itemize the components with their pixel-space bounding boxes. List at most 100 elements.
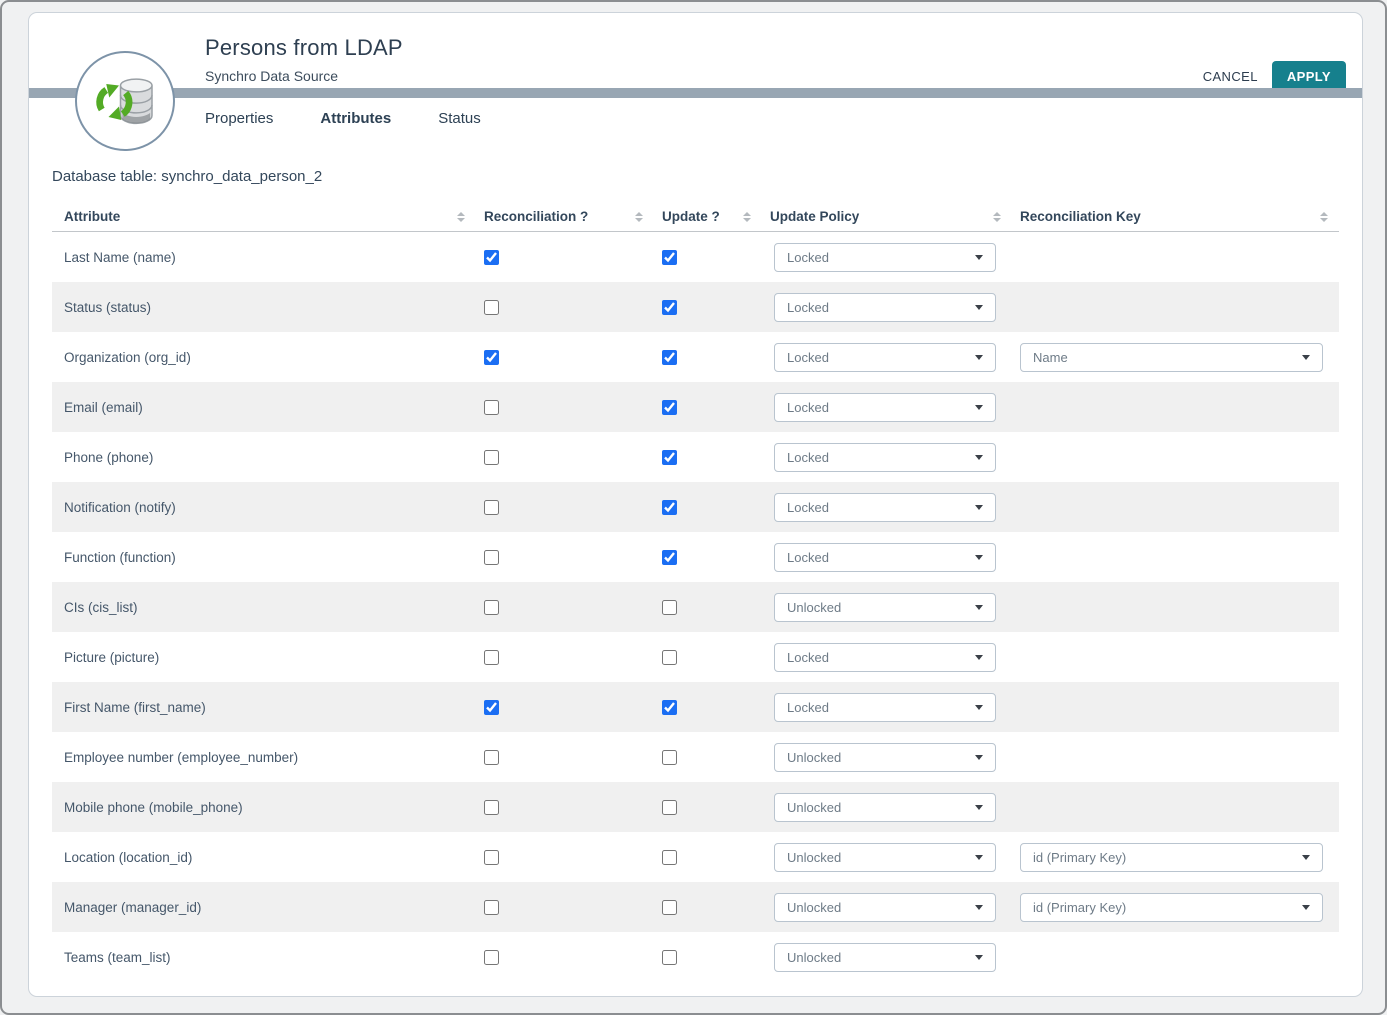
sort-arrows-icon[interactable] [993, 212, 1001, 222]
update-checkbox[interactable] [662, 800, 677, 815]
update-checkbox[interactable] [662, 300, 677, 315]
caret-down-icon [1302, 855, 1310, 860]
update-policy-select[interactable]: Locked [774, 243, 996, 272]
update-cell [652, 700, 760, 715]
reconciliation-checkbox[interactable] [484, 550, 499, 565]
reconciliation-cell [474, 400, 652, 415]
caret-down-icon [975, 455, 983, 460]
attribute-label: Location (location_id) [64, 850, 192, 865]
column-header: Attribute [52, 202, 474, 231]
update-policy-value: Unlocked [787, 750, 841, 765]
reconciliation-checkbox[interactable] [484, 650, 499, 665]
update-checkbox[interactable] [662, 400, 677, 415]
update-policy-select[interactable]: Locked [774, 393, 996, 422]
tab-attributes[interactable]: Attributes [320, 110, 391, 127]
update-policy-select[interactable]: Unlocked [774, 843, 996, 872]
column-header: Update Policy [760, 202, 1010, 231]
attribute-label: Status (status) [64, 300, 151, 315]
reconciliation-cell [474, 600, 652, 615]
update-policy-select[interactable]: Locked [774, 543, 996, 572]
reconciliation-checkbox[interactable] [484, 600, 499, 615]
update-checkbox[interactable] [662, 750, 677, 765]
reconciliation-checkbox[interactable] [484, 700, 499, 715]
update-policy-select[interactable]: Locked [774, 493, 996, 522]
attribute-cell: CIs (cis_list) [52, 600, 474, 615]
update-cell [652, 850, 760, 865]
update-checkbox[interactable] [662, 650, 677, 665]
update-cell [652, 550, 760, 565]
sort-arrows-icon[interactable] [743, 212, 751, 222]
update-policy-cell: Unlocked [760, 943, 1010, 972]
update-policy-select[interactable]: Locked [774, 443, 996, 472]
reconciliation-checkbox[interactable] [484, 350, 499, 365]
table-row: CIs (cis_list) Unlocked [52, 582, 1339, 632]
reconciliation-checkbox[interactable] [484, 900, 499, 915]
update-policy-cell: Unlocked [760, 893, 1010, 922]
update-policy-select[interactable]: Unlocked [774, 593, 996, 622]
update-checkbox[interactable] [662, 250, 677, 265]
update-policy-value: Unlocked [787, 600, 841, 615]
table-row: Employee number (employee_number) Unlock… [52, 732, 1339, 782]
update-checkbox[interactable] [662, 500, 677, 515]
update-policy-cell: Locked [760, 293, 1010, 322]
update-policy-select[interactable]: Unlocked [774, 893, 996, 922]
attribute-cell: Location (location_id) [52, 850, 474, 865]
update-cell [652, 350, 760, 365]
update-policy-select[interactable]: Locked [774, 693, 996, 722]
update-policy-select[interactable]: Locked [774, 343, 996, 372]
update-cell [652, 500, 760, 515]
update-checkbox[interactable] [662, 950, 677, 965]
update-policy-cell: Locked [760, 443, 1010, 472]
update-checkbox[interactable] [662, 850, 677, 865]
reconciliation-cell [474, 900, 652, 915]
reconciliation-checkbox[interactable] [484, 850, 499, 865]
reconciliation-checkbox[interactable] [484, 450, 499, 465]
update-policy-value: Locked [787, 350, 829, 365]
update-checkbox[interactable] [662, 450, 677, 465]
update-checkbox[interactable] [662, 600, 677, 615]
reconciliation-cell [474, 350, 652, 365]
cancel-button[interactable]: CANCEL [1203, 69, 1258, 84]
sort-arrows-icon[interactable] [457, 212, 465, 222]
reconciliation-key-select[interactable]: id (Primary Key) [1020, 843, 1323, 872]
update-cell [652, 800, 760, 815]
reconciliation-key-select[interactable]: id (Primary Key) [1020, 893, 1323, 922]
attribute-cell: Status (status) [52, 300, 474, 315]
update-policy-select[interactable]: Unlocked [774, 743, 996, 772]
tab-status[interactable]: Status [438, 110, 481, 127]
attribute-cell: Mobile phone (mobile_phone) [52, 800, 474, 815]
sort-arrows-icon[interactable] [635, 212, 643, 222]
caret-down-icon [975, 405, 983, 410]
reconciliation-checkbox[interactable] [484, 250, 499, 265]
update-policy-select[interactable]: Locked [774, 643, 996, 672]
update-policy-select[interactable]: Unlocked [774, 793, 996, 822]
sort-arrows-icon[interactable] [1320, 212, 1328, 222]
reconciliation-cell [474, 500, 652, 515]
reconciliation-cell [474, 750, 652, 765]
reconciliation-checkbox[interactable] [484, 800, 499, 815]
tab-properties[interactable]: Properties [205, 110, 273, 127]
reconciliation-checkbox[interactable] [484, 500, 499, 515]
update-policy-cell: Locked [760, 343, 1010, 372]
update-checkbox[interactable] [662, 350, 677, 365]
reconciliation-checkbox[interactable] [484, 750, 499, 765]
update-policy-select[interactable]: Unlocked [774, 943, 996, 972]
attribute-label: Picture (picture) [64, 650, 159, 665]
datasource-badge [75, 51, 175, 151]
update-checkbox[interactable] [662, 700, 677, 715]
update-cell [652, 750, 760, 765]
update-cell [652, 650, 760, 665]
reconciliation-checkbox[interactable] [484, 300, 499, 315]
attributes-panel: Database table: synchro_data_person_2 At… [52, 168, 1339, 982]
reconciliation-key-cell: id (Primary Key) [1010, 893, 1337, 922]
column-label: Reconciliation Key [1020, 209, 1141, 224]
update-checkbox[interactable] [662, 900, 677, 915]
update-policy-select[interactable]: Locked [774, 293, 996, 322]
attribute-label: Function (function) [64, 550, 176, 565]
reconciliation-key-select[interactable]: Name [1020, 343, 1323, 372]
update-checkbox[interactable] [662, 550, 677, 565]
reconciliation-checkbox[interactable] [484, 400, 499, 415]
reconciliation-checkbox[interactable] [484, 950, 499, 965]
caret-down-icon [975, 555, 983, 560]
attribute-label: Organization (org_id) [64, 350, 191, 365]
